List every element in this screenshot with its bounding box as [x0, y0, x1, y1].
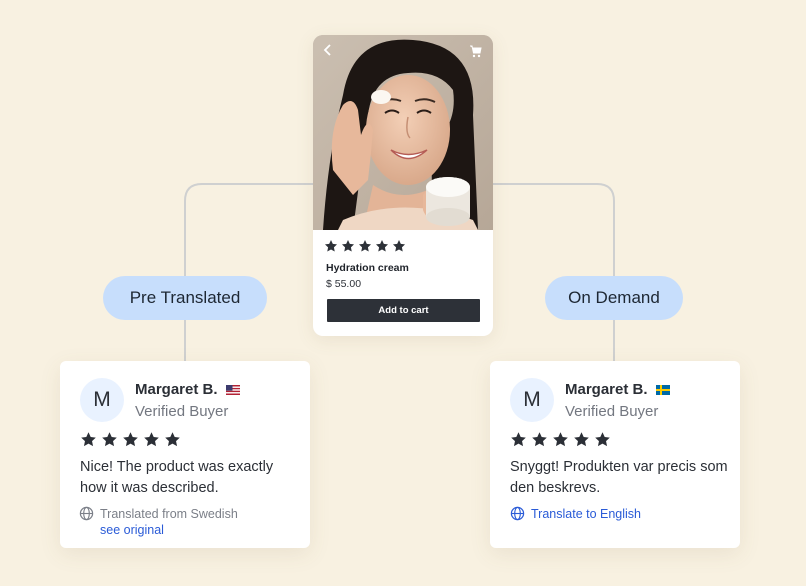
- star-icon: [511, 432, 526, 447]
- star-icon: [102, 432, 117, 447]
- review-rating-stars: [80, 431, 181, 447]
- reviewer-name-text: Margaret B.: [565, 381, 648, 398]
- translated-from-label: Translated from Swedish: [100, 507, 238, 521]
- star-icon: [324, 240, 338, 252]
- star-icon: [553, 432, 568, 447]
- star-icon: [341, 240, 355, 252]
- review-card-on-demand: M Margaret B. Verified Buyer Snyggt! Pro…: [490, 361, 740, 548]
- star-icon: [574, 432, 589, 447]
- star-icon: [392, 240, 406, 252]
- review-card-pre-translated: M Margaret B. Verified Buyer Nice! The p…: [60, 361, 310, 548]
- product-name: Hydration cream: [326, 262, 409, 274]
- see-original-link[interactable]: see original: [100, 522, 238, 538]
- globe-icon: [79, 506, 94, 521]
- cart-icon[interactable]: [469, 45, 483, 59]
- product-rating-stars: [324, 239, 406, 255]
- translate-to-english-link[interactable]: Translate to English: [510, 506, 641, 521]
- star-icon: [144, 432, 159, 447]
- product-card: Hydration cream $ 55.00 Add to cart: [313, 35, 493, 336]
- review-rating-stars: [510, 431, 611, 447]
- translated-note: Translated from Swedish see original: [79, 506, 238, 538]
- back-chevron-icon[interactable]: [323, 43, 337, 59]
- reviewer-name: Margaret B.: [135, 381, 240, 398]
- star-icon: [81, 432, 96, 447]
- verified-buyer-label: Verified Buyer: [135, 403, 229, 420]
- on-demand-pill: On Demand: [545, 276, 683, 320]
- review-text: Snyggt! Produkten var precis som den bes…: [510, 459, 728, 496]
- globe-icon: [510, 506, 525, 521]
- star-icon: [358, 240, 372, 252]
- star-icon: [375, 240, 389, 252]
- star-icon: [532, 432, 547, 447]
- us-flag-icon: [225, 384, 240, 395]
- reviewer-name: Margaret B.: [565, 381, 670, 398]
- reviewer-name-text: Margaret B.: [135, 381, 218, 398]
- avatar: M: [510, 378, 554, 422]
- verified-buyer-label: Verified Buyer: [565, 403, 659, 420]
- translate-link-text[interactable]: Translate to English: [531, 507, 641, 521]
- star-icon: [123, 432, 138, 447]
- sweden-flag-icon: [655, 384, 670, 395]
- product-price: $ 55.00: [326, 278, 362, 290]
- review-text: Nice! The product was exactly how it was…: [80, 459, 274, 496]
- product-image: [313, 35, 493, 230]
- pre-translated-pill: Pre Translated: [103, 276, 267, 320]
- star-icon: [595, 432, 610, 447]
- star-icon: [165, 432, 180, 447]
- add-to-cart-button[interactable]: Add to cart: [327, 299, 480, 322]
- avatar: M: [80, 378, 124, 422]
